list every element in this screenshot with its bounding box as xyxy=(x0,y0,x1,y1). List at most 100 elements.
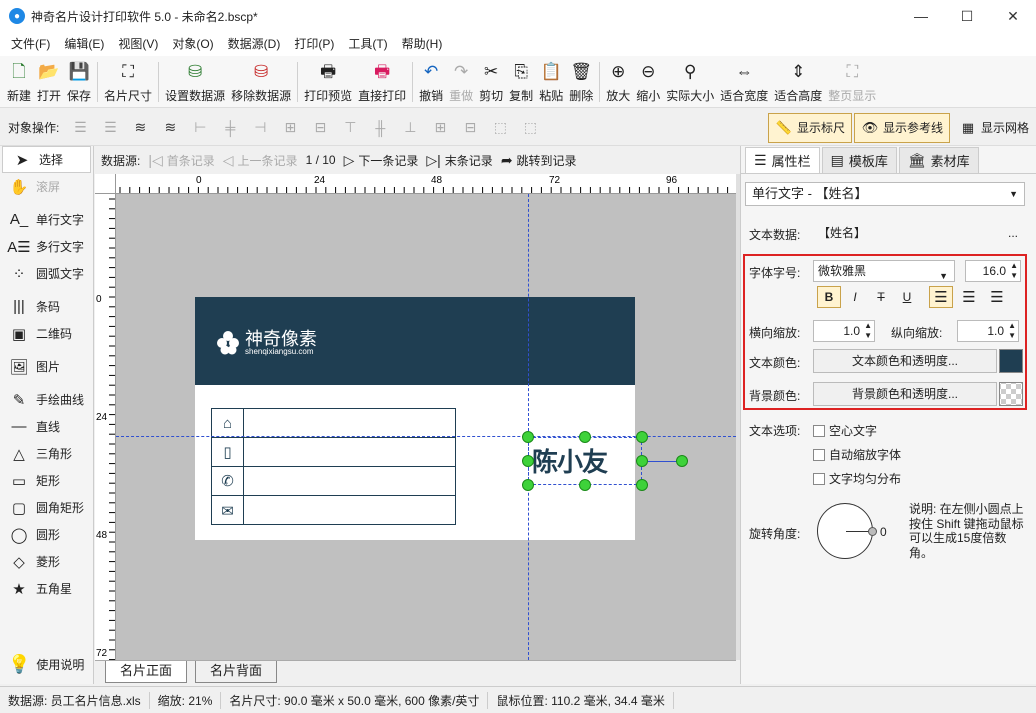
ungroup-icon[interactable]: ⬚ xyxy=(519,117,541,139)
fit-height-button[interactable]: ⇕ 适合高度 xyxy=(771,56,825,106)
resize-handle[interactable] xyxy=(636,431,648,443)
copy-button[interactable]: ⎘ 复制 xyxy=(506,56,536,106)
card-size-button[interactable]: ⛶ 名片尺寸 xyxy=(101,56,155,106)
tool-pan[interactable]: ✋ 滚屏 xyxy=(0,173,93,200)
distribute-v2-icon[interactable]: ⊟ xyxy=(459,117,481,139)
guide-vertical[interactable] xyxy=(528,194,529,660)
align-right-button[interactable]: ☰ xyxy=(985,286,1009,308)
align-middle-icon[interactable]: ╫ xyxy=(369,117,391,139)
resize-handle[interactable] xyxy=(636,479,648,491)
design-canvas[interactable]: 神奇像素 shenqixiangsu.com ⌂ ▯ ✆ ✉ 陈小友 xyxy=(116,194,736,660)
card-header-band[interactable]: 神奇像素 shenqixiangsu.com xyxy=(195,297,635,385)
tab-materials[interactable]: 🏛 素材库 xyxy=(898,147,979,173)
zoom-out-button[interactable]: ⊖ 缩小 xyxy=(633,56,663,106)
show-ruler-toggle[interactable]: 📏 显示标尺 xyxy=(767,112,852,143)
tab-templates[interactable]: ▤ 模板库 xyxy=(821,147,897,173)
align-right-icon[interactable]: ⊣ xyxy=(249,117,271,139)
new-button[interactable]: 🗋 新建 xyxy=(4,56,34,106)
layers-icon[interactable]: ≋ xyxy=(129,117,151,139)
open-button[interactable]: 📂 打开 xyxy=(34,56,64,106)
first-record-button[interactable]: |◁ 首条记录 xyxy=(148,152,214,169)
show-grid-toggle[interactable]: ▦ 显示网格 xyxy=(952,113,1036,143)
font-size-spinner[interactable]: 16.0 ▲ ▼ xyxy=(965,260,1021,282)
layers-edit-icon[interactable]: ≋ xyxy=(159,117,181,139)
zoom-in-button[interactable]: ⊕ 放大 xyxy=(603,56,633,106)
align-center-icon[interactable]: ╪ xyxy=(219,117,241,139)
tool-select[interactable]: ➤ 选择 xyxy=(2,146,91,173)
tool-single-line-text[interactable]: A_ 单行文字 xyxy=(0,206,93,233)
auto-scale-checkbox[interactable]: 自动缩放字体 xyxy=(813,446,901,463)
prev-record-button[interactable]: ◁ 上一条记录 xyxy=(223,152,298,169)
logo-subtitle[interactable]: shenqixiangsu.com xyxy=(245,347,313,356)
align-center-button[interactable]: ☰ xyxy=(957,286,981,308)
set-datasource-button[interactable]: ⛁ 设置数据源 xyxy=(162,56,228,106)
tab-card-front[interactable]: 名片正面 xyxy=(105,661,188,683)
bring-front-icon[interactable]: ☰ xyxy=(69,117,91,139)
tool-circle[interactable]: ◯ 圆形 xyxy=(0,521,93,548)
actual-size-button[interactable]: ⚲ 实际大小 xyxy=(663,56,717,106)
rotation-dial[interactable] xyxy=(817,503,877,559)
tool-line[interactable]: — 直线 xyxy=(0,413,93,440)
goto-record-button[interactable]: ➦ 跳转到记录 xyxy=(501,152,577,169)
tab-card-back[interactable]: 名片背面 xyxy=(195,661,278,683)
resize-handle[interactable] xyxy=(636,455,648,467)
menu-file[interactable]: 文件(F) xyxy=(4,32,57,56)
full-page-button[interactable]: ⛶ 整页显示 xyxy=(825,56,879,106)
underline-button[interactable]: U xyxy=(895,286,919,308)
tool-freehand[interactable]: ✎ 手绘曲线 xyxy=(0,386,93,413)
delete-button[interactable]: 🗑 删除 xyxy=(566,56,596,106)
tool-arc-text[interactable]: ⁘ 圆弧文字 xyxy=(0,260,93,287)
h-scale-spinner[interactable]: 1.0 ▲ ▼ xyxy=(813,320,875,342)
remove-datasource-button[interactable]: ⛁ 移除数据源 xyxy=(228,56,294,106)
save-button[interactable]: 💾 保存 xyxy=(64,56,94,106)
last-record-button[interactable]: ▷| 末条记录 xyxy=(426,152,492,169)
tool-triangle[interactable]: △ 三角形 xyxy=(0,440,93,467)
menu-print[interactable]: 打印(P) xyxy=(287,32,341,56)
print-preview-button[interactable]: 🖶 打印预览 xyxy=(301,56,355,106)
resize-handle[interactable] xyxy=(579,479,591,491)
resize-handle[interactable] xyxy=(522,431,534,443)
maximize-button[interactable]: ☐ xyxy=(944,0,990,32)
more-button[interactable]: ... xyxy=(1008,223,1018,243)
tool-qrcode[interactable]: ▣ 二维码 xyxy=(0,320,93,347)
tab-properties[interactable]: ☰ 属性栏 xyxy=(745,147,820,173)
align-top-icon[interactable]: ⊤ xyxy=(339,117,361,139)
ruler-top[interactable]: 0 24 48 72 96 xyxy=(116,174,736,194)
next-record-button[interactable]: ▷ 下一条记录 xyxy=(344,152,419,169)
fit-width-button[interactable]: ⇔ 适合宽度 xyxy=(717,56,771,106)
resize-handle[interactable] xyxy=(522,455,534,467)
tool-barcode[interactable]: ||| 条码 xyxy=(0,293,93,320)
cut-button[interactable]: ✂ 剪切 xyxy=(476,56,506,106)
contact-table[interactable]: ⌂ ▯ ✆ ✉ xyxy=(211,408,456,525)
menu-edit[interactable]: 编辑(E) xyxy=(57,32,111,56)
ruler-left[interactable]: 0 24 48 72 xyxy=(95,194,116,660)
dial-knob[interactable] xyxy=(868,527,877,536)
align-left-icon[interactable]: ⊢ xyxy=(189,117,211,139)
bg-color-swatch[interactable] xyxy=(999,382,1023,406)
align-left-button[interactable]: ☰ xyxy=(929,286,953,308)
tool-multi-line-text[interactable]: A☰ 多行文字 xyxy=(0,233,93,260)
paste-button[interactable]: 📋 粘贴 xyxy=(536,56,566,106)
align-bottom-icon[interactable]: ⊥ xyxy=(399,117,421,139)
print-button[interactable]: 🖶 直接打印 xyxy=(355,56,409,106)
menu-view[interactable]: 视图(V) xyxy=(111,32,165,56)
group-icon[interactable]: ⬚ xyxy=(489,117,511,139)
tool-rectangle[interactable]: ▭ 矩形 xyxy=(0,467,93,494)
text-color-button[interactable]: 文本颜色和透明度... xyxy=(813,349,997,373)
resize-handle[interactable] xyxy=(522,479,534,491)
rotation-handle[interactable] xyxy=(676,455,688,467)
bg-color-button[interactable]: 背景颜色和透明度... xyxy=(813,382,997,406)
object-select[interactable]: 单行文字 - 【姓名】 ▼ xyxy=(745,182,1025,206)
business-card[interactable]: 神奇像素 shenqixiangsu.com ⌂ ▯ ✆ ✉ 陈小友 xyxy=(195,297,635,540)
font-name-select[interactable]: 微软雅黑 ▼ xyxy=(813,260,955,282)
minimize-button[interactable]: — xyxy=(898,0,944,32)
distribute-text-checkbox[interactable]: 文字均匀分布 xyxy=(813,470,901,487)
distribute-h-icon[interactable]: ⊞ xyxy=(279,117,301,139)
hollow-text-checkbox[interactable]: 空心文字 xyxy=(813,422,877,439)
v-scale-spinner[interactable]: 1.0 ▲ ▼ xyxy=(957,320,1019,342)
bold-button[interactable]: B xyxy=(817,286,841,308)
send-back-icon[interactable]: ☰ xyxy=(99,117,121,139)
text-color-swatch[interactable] xyxy=(999,349,1023,373)
strikethrough-button[interactable]: T xyxy=(869,286,893,308)
redo-button[interactable]: ↷ 重做 xyxy=(446,56,476,106)
